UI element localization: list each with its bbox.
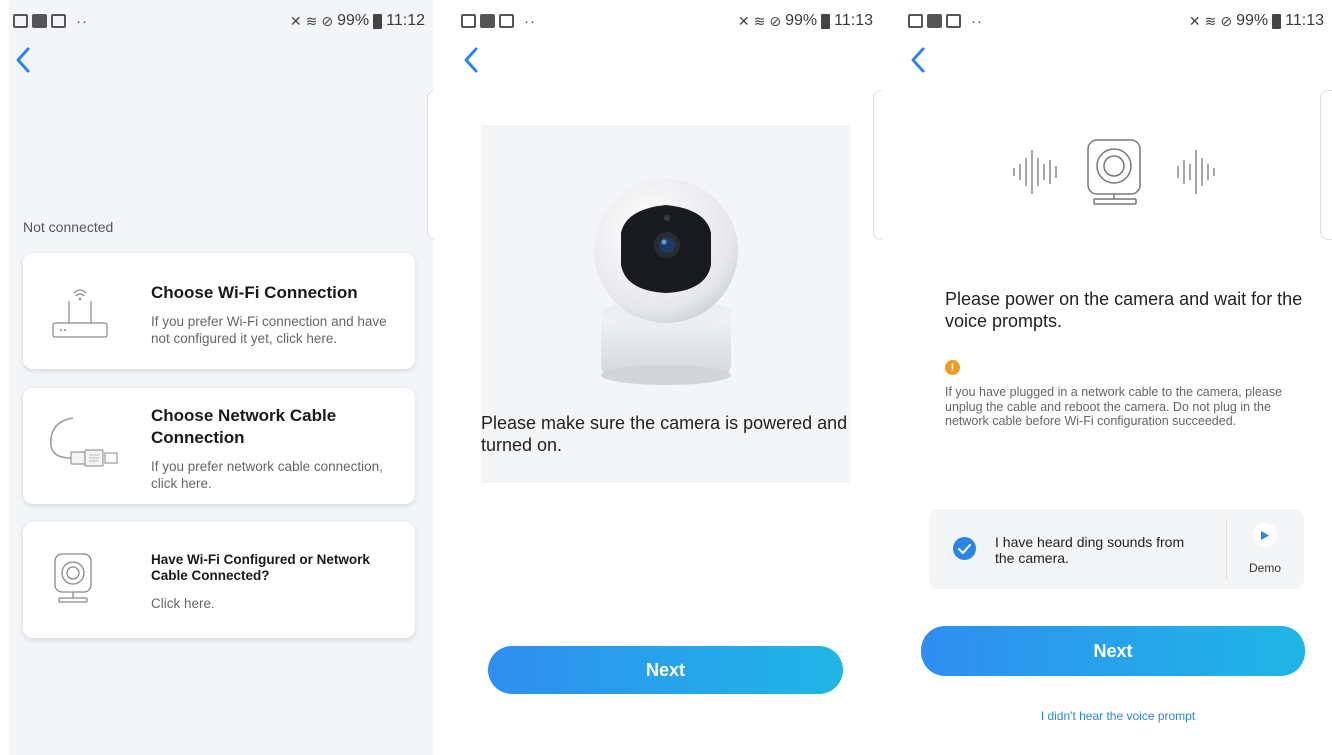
checkmark-icon: [958, 543, 971, 554]
clock: 11:12: [386, 12, 425, 29]
card-subtitle: If you prefer network cable connection, …: [151, 459, 383, 491]
mute-icon: ✕: [289, 12, 302, 29]
do-not-disturb-icon: ⊘: [321, 12, 334, 29]
gallery-notification-icon: [461, 14, 476, 28]
heard-sounds-label: I have heard ding sounds from the camera…: [995, 534, 1185, 566]
more-notifications-icon: ··: [524, 12, 536, 30]
screen-connection-type: ·· ✕ ≋ ⊘ 99% 11:12 Not connected Choose …: [9, 0, 433, 755]
cable-connection-card[interactable]: Choose Network Cable Connection If you p…: [23, 388, 415, 504]
battery-icon: [821, 13, 831, 29]
wifi-icon: ≋: [305, 12, 318, 29]
warning-icon: !: [945, 360, 960, 375]
wifi-icon: ≋: [1204, 12, 1217, 29]
next-page-edge: [873, 90, 881, 240]
pocket-notification-icon: [51, 14, 66, 28]
pocket-notification-icon: [946, 14, 961, 28]
video-notification-icon: [480, 14, 495, 28]
status-bar: ·· ✕ ≋ ⊘ 99% 11:13: [904, 8, 1332, 34]
battery-icon: [373, 13, 383, 29]
wifi-connection-card[interactable]: Choose Wi-Fi Connection If you prefer Wi…: [23, 253, 415, 369]
video-notification-icon: [32, 14, 47, 28]
more-notifications-icon: ··: [76, 12, 88, 30]
heard-sounds-confirmation: I have heard ding sounds from the camera…: [929, 509, 1304, 589]
chevron-left-icon: [911, 47, 925, 73]
battery-percent: 99%: [785, 12, 818, 29]
screen-voice-prompt: ·· ✕ ≋ ⊘ 99% 11:13 Please power on the c…: [904, 0, 1332, 755]
instruction-title: Please power on the camera and wait for …: [945, 289, 1303, 331]
card-title: Choose Network Cable Connection: [151, 406, 337, 447]
pocket-notification-icon: [499, 14, 514, 28]
pan-tilt-camera-image: [594, 179, 738, 385]
next-button[interactable]: Next: [488, 646, 843, 694]
next-page-edge: [427, 90, 433, 240]
screen-power-on: ·· ✕ ≋ ⊘ 99% 11:13 Please make sure the …: [457, 0, 881, 755]
more-notifications-icon: ··: [971, 12, 983, 30]
back-button[interactable]: [13, 46, 43, 76]
clock: 11:13: [1285, 12, 1324, 29]
mute-icon: ✕: [737, 12, 750, 29]
gallery-notification-icon: [13, 14, 28, 28]
divider: [1226, 519, 1227, 579]
next-button[interactable]: Next: [921, 626, 1305, 676]
do-not-disturb-icon: ⊘: [769, 12, 782, 29]
battery-percent: 99%: [337, 12, 370, 29]
gallery-notification-icon: [908, 14, 923, 28]
wifi-icon: ≋: [753, 12, 766, 29]
back-button[interactable]: [461, 46, 491, 76]
video-notification-icon: [927, 14, 942, 28]
chevron-left-icon: [464, 47, 478, 73]
already-configured-card[interactable]: Have Wi-Fi Configured or Network Cable C…: [23, 522, 415, 638]
demo-label: Demo: [1248, 561, 1281, 575]
instruction-text: Please make sure the camera is powered a…: [481, 413, 848, 455]
ethernet-cable-icon: [50, 417, 118, 467]
play-icon: [1253, 523, 1277, 547]
camera-icon: [54, 553, 92, 603]
router-icon: [52, 289, 108, 338]
next-page-edge: [1320, 90, 1332, 240]
do-not-disturb-icon: ⊘: [1220, 12, 1233, 29]
card-title: Choose Wi-Fi Connection: [151, 283, 358, 302]
status-bar: ·· ✕ ≋ ⊘ 99% 11:13: [457, 8, 881, 34]
battery-percent: 99%: [1236, 12, 1269, 29]
mute-icon: ✕: [1188, 12, 1201, 29]
chevron-left-icon: [16, 47, 30, 73]
card-subtitle: If you prefer Wi-Fi connection and have …: [151, 314, 387, 346]
warning-text: If you have plugged in a network cable t…: [945, 385, 1283, 428]
card-subtitle: Click here.: [151, 596, 215, 611]
battery-icon: [1272, 13, 1282, 29]
back-button[interactable]: [908, 46, 938, 76]
section-label: Not connected: [23, 219, 114, 235]
clock: 11:13: [834, 12, 873, 29]
camera-sound-icon: [1013, 139, 1215, 205]
status-bar: ·· ✕ ≋ ⊘ 99% 11:12: [9, 8, 433, 34]
card-title: Have Wi-Fi Configured or Network Cable C…: [151, 552, 370, 583]
no-voice-prompt-link[interactable]: I didn't hear the voice prompt: [904, 709, 1332, 723]
demo-button[interactable]: Demo: [1245, 523, 1285, 575]
heard-sounds-checkbox[interactable]: [953, 537, 976, 560]
